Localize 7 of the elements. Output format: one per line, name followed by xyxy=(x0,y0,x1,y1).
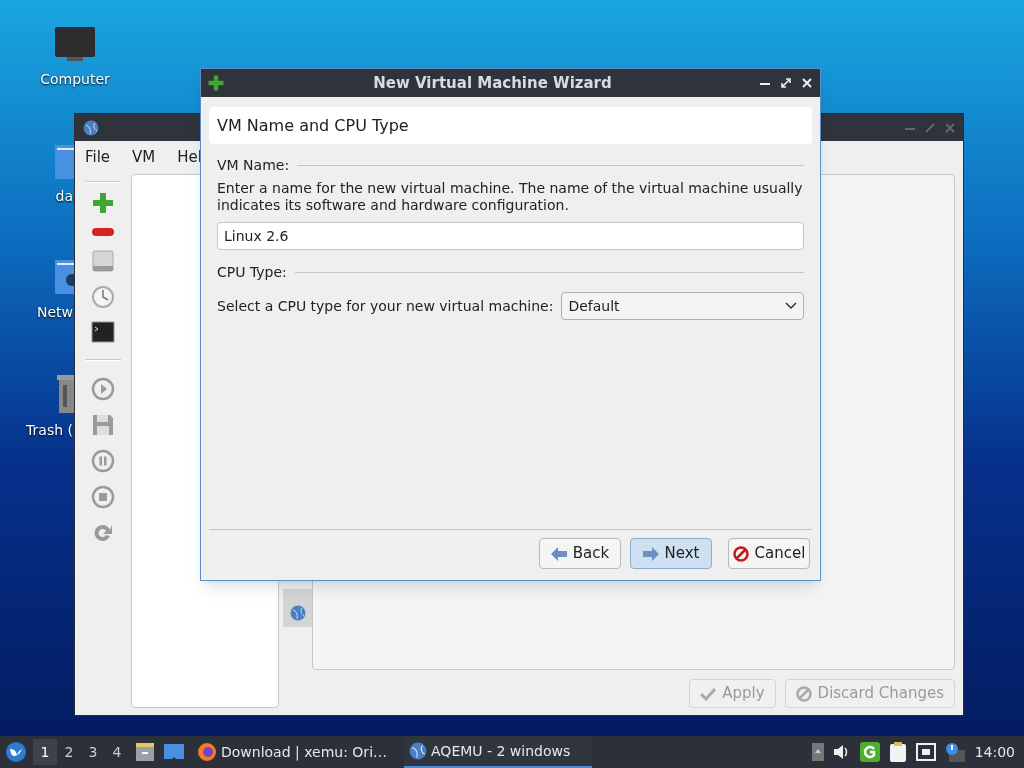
section-title: CPU Type: xyxy=(217,263,287,282)
clock-text: 14:00 xyxy=(974,742,1015,762)
page-title: VM Name and CPU Type xyxy=(217,114,409,137)
cpu-type-label: Select a CPU type for your new virtual machine: xyxy=(217,296,554,316)
section-title: VM Name: xyxy=(217,156,290,175)
description-text: Enter a name for the new virtual machine. The name of the virtual machine usually indicates its software and hardware configuration. xyxy=(217,180,804,214)
window-title: New Virtual Machine Wizard xyxy=(372,72,613,94)
